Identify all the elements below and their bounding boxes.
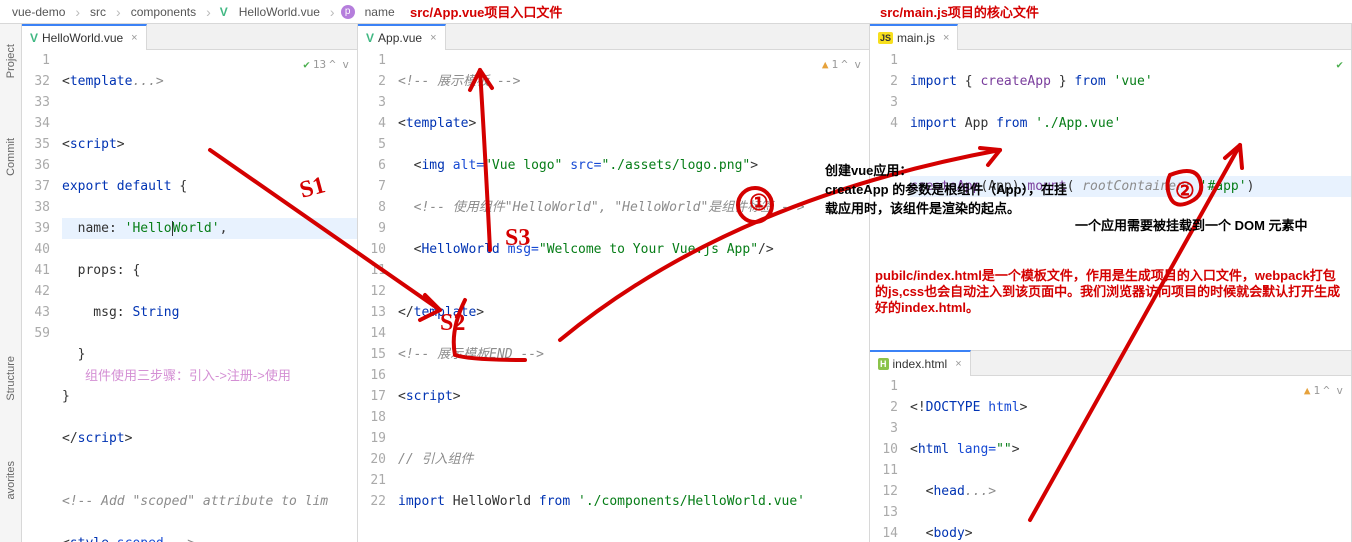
tab-app[interactable]: V App.vue × — [358, 24, 446, 50]
bc-file[interactable]: HelloWorld.vue — [235, 5, 324, 19]
bc-symbol[interactable]: name — [361, 5, 399, 19]
check-icon: ✔ — [303, 54, 310, 75]
chevron-right-icon: › — [114, 4, 123, 20]
tab-mainjs[interactable]: JS main.js × — [870, 24, 958, 50]
code-area[interactable]: <!-- 展示模板 --> <template> <img alt="Vue l… — [394, 50, 869, 542]
vue-file-icon: V — [217, 5, 231, 19]
gutter: 1231011121314 — [870, 376, 906, 542]
gutter: 1234 — [870, 50, 906, 350]
tab-indexhtml[interactable]: H index.html × — [870, 350, 971, 376]
check-icon: ✔ — [1336, 54, 1343, 75]
editor-app[interactable]: 12345678910111213141516171819202122 <!--… — [358, 50, 869, 542]
bc-components[interactable]: components — [127, 5, 200, 19]
warning-icon: ▲ — [822, 54, 829, 75]
tab-helloworld[interactable]: V HelloWorld.vue × — [22, 24, 147, 50]
bc-project[interactable]: vue-demo — [8, 5, 69, 19]
vue-file-icon: V — [30, 31, 38, 45]
editor-mainjs[interactable]: 1234 import { createApp } from 'vue' imp… — [870, 50, 1351, 350]
inspection-hint[interactable]: ✔13 ^ v — [303, 54, 349, 75]
editor-helloworld[interactable]: 132333435363738394041424359 <template...… — [22, 50, 357, 542]
close-icon[interactable]: × — [426, 32, 436, 44]
editor-pane-right: JS main.js × 1234 import { createApp } f… — [870, 24, 1352, 542]
property-icon: p — [341, 5, 355, 19]
tool-structure[interactable]: Structure — [5, 356, 17, 401]
tab-label: App.vue — [378, 31, 422, 45]
html-file-icon: H — [878, 358, 889, 370]
chevron-right-icon: › — [73, 4, 82, 20]
gutter: 132333435363738394041424359 — [22, 50, 58, 542]
inspection-hint[interactable]: ✔ — [1336, 54, 1343, 75]
code-area[interactable]: <!DOCTYPE html> <html lang=""> <head...>… — [906, 376, 1351, 542]
close-icon[interactable]: × — [127, 32, 137, 44]
tab-label: main.js — [897, 31, 935, 45]
close-icon[interactable]: × — [939, 32, 949, 44]
tool-favorites[interactable]: avorites — [5, 461, 17, 500]
left-tool-bar: Project Commit Structure avorites — [0, 24, 22, 542]
inspection-hint[interactable]: ▲1 ^ v — [822, 54, 861, 75]
chevron-right-icon: › — [328, 4, 337, 20]
breadcrumb: vue-demo › src › components › V HelloWor… — [0, 0, 1352, 24]
tool-project[interactable]: Project — [5, 44, 17, 78]
tab-label: index.html — [893, 357, 948, 371]
warning-icon: ▲ — [1304, 380, 1311, 401]
code-area[interactable]: <template...> <script> export default { … — [58, 50, 357, 542]
tab-label: HelloWorld.vue — [42, 31, 123, 45]
vue-file-icon: V — [366, 31, 374, 45]
editor-pane-helloworld: V HelloWorld.vue × 132333435363738394041… — [22, 24, 358, 542]
editor-pane-app: V App.vue × 1234567891011121314151617181… — [358, 24, 870, 542]
inspection-hint[interactable]: ▲1 ^ v — [1304, 380, 1343, 401]
editor-indexhtml[interactable]: 1231011121314 <!DOCTYPE html> <html lang… — [870, 376, 1351, 542]
code-area[interactable]: import { createApp } from 'vue' import A… — [906, 50, 1351, 350]
close-icon[interactable]: × — [951, 358, 961, 370]
js-file-icon: JS — [878, 32, 893, 44]
chevron-right-icon: › — [204, 4, 213, 20]
gutter: 12345678910111213141516171819202122 — [358, 50, 394, 542]
bc-src[interactable]: src — [86, 5, 110, 19]
tool-commit[interactable]: Commit — [5, 138, 17, 176]
